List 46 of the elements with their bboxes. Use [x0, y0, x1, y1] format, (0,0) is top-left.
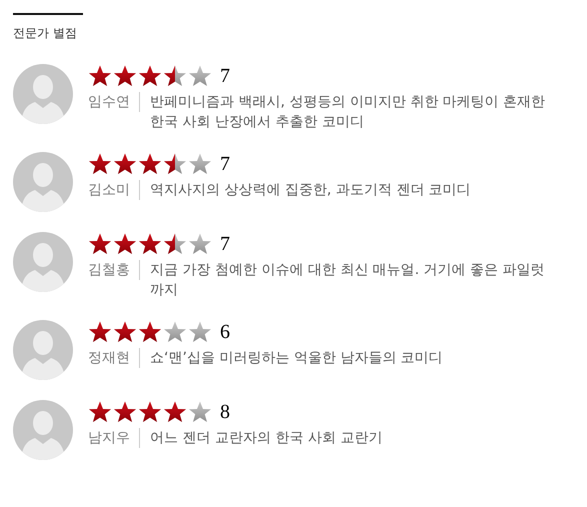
score: 7 — [220, 64, 230, 88]
critic-name: 남지우 — [88, 428, 140, 448]
star-icon — [138, 152, 162, 176]
star-icon — [188, 320, 212, 344]
score: 6 — [220, 320, 230, 344]
star-icon — [188, 232, 212, 256]
critic-name: 정재현 — [88, 348, 140, 368]
star-icon — [88, 152, 112, 176]
star-icon — [113, 232, 137, 256]
score: 7 — [220, 152, 230, 176]
avatar-icon — [13, 152, 73, 212]
review-comment: 역지사지의 상상력에 집중한, 과도기적 젠더 코미디 — [150, 181, 472, 200]
review-comment: 어느 젠더 교란자의 한국 사회 교란기 — [150, 429, 384, 448]
review-comment: 쇼‘맨’십을 미러링하는 억울한 남자들의 코미디 — [150, 349, 444, 368]
star-icon — [188, 64, 212, 88]
avatar-icon — [13, 64, 73, 124]
star-icon — [138, 320, 162, 344]
star-icon — [138, 64, 162, 88]
star-icon — [138, 232, 162, 256]
critic-name: 김소미 — [88, 180, 140, 200]
star-icon — [163, 152, 187, 176]
star-icon — [113, 320, 137, 344]
review-comment: 반페미니즘과 백래시, 성평등의 이미지만 취한 마케팅이 혼재한 한국 사회 난장에서 추출한 코미디 — [150, 93, 546, 132]
avatar-icon — [13, 320, 73, 380]
star-icon — [113, 64, 137, 88]
star-icon — [138, 400, 162, 424]
avatar-icon — [13, 400, 73, 460]
star-icon — [88, 320, 112, 344]
star-icon — [163, 400, 187, 424]
star-icon — [113, 400, 137, 424]
review-comment: 지금 가장 첨예한 이슈에 대한 최신 매뉴얼. 거기에 좋은 파일럿까지 — [150, 261, 546, 300]
score: 8 — [220, 400, 230, 424]
score: 7 — [220, 232, 230, 256]
star-icon — [88, 400, 112, 424]
star-icon — [163, 320, 187, 344]
section-title: 전문가 별점 — [13, 25, 78, 41]
critic-name: 김철홍 — [88, 260, 140, 280]
star-icon — [88, 232, 112, 256]
star-icon — [88, 64, 112, 88]
star-icon — [188, 152, 212, 176]
star-icon — [113, 152, 137, 176]
star-icon — [163, 64, 187, 88]
star-icon — [163, 232, 187, 256]
star-icon — [188, 400, 212, 424]
critic-name: 임수연 — [88, 92, 140, 112]
avatar-icon — [13, 232, 73, 292]
